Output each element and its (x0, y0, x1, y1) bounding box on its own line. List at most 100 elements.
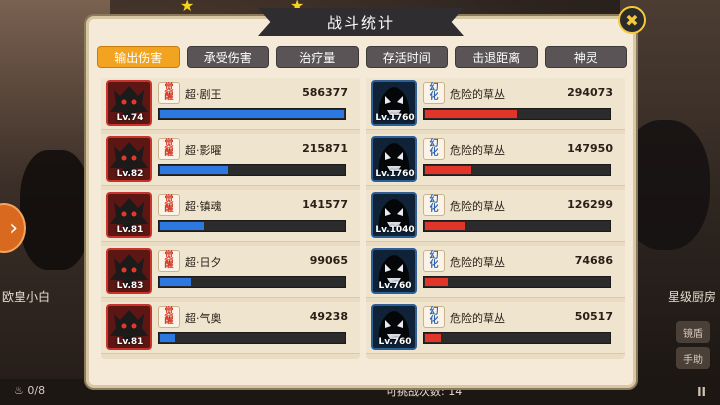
damage-value: 50517 (574, 310, 613, 323)
damage-value: 215871 (302, 142, 348, 155)
awakened-badge-icon: 觉醒 (158, 82, 180, 104)
transform-badge-icon: 幻化 (423, 82, 445, 104)
damage-value: 74686 (574, 254, 613, 267)
damage-value: 126299 (567, 198, 613, 211)
background-right-label: 星级厨房 (667, 290, 716, 304)
damage-bar (158, 220, 346, 232)
enemy-row[interactable]: Lv.760 幻化危险的草丛 50517 (366, 302, 625, 354)
damage-value: 586377 (302, 86, 348, 99)
badge-text-bottom: 醒 (164, 204, 174, 214)
ally-name: 超·气奥 (185, 312, 222, 325)
tab-knockback-distance[interactable]: 击退距离 (455, 46, 538, 68)
badge-text-bottom: 化 (429, 316, 439, 326)
transform-badge-icon: 幻化 (423, 138, 445, 160)
badge-text-bottom: 醒 (164, 92, 174, 102)
damage-bar-fill (160, 222, 204, 230)
enemy-damage-list: Lv.1760 幻化危险的草丛 294073 Lv.1760 幻化危险的草丛 147950… (366, 78, 625, 359)
damage-bar (423, 108, 611, 120)
enemy-row[interactable]: Lv.1760 幻化危险的草丛 294073 (366, 78, 625, 130)
tab-damage-dealt[interactable]: 输出伤害 (97, 46, 180, 68)
damage-bar (158, 108, 346, 120)
background-left-label: 欧皇小白 (2, 290, 51, 304)
damage-bar-fill (160, 334, 175, 342)
badge-text-bottom: 化 (429, 92, 439, 102)
transform-badge-icon: 幻化 (423, 194, 445, 216)
enemy-avatar: Lv.1040 (371, 192, 417, 238)
close-icon: ✖ (625, 10, 639, 30)
badge-text-bottom: 醒 (164, 260, 174, 270)
chevron-left-icon: › (9, 215, 18, 241)
ally-name: 超·日夕 (185, 256, 222, 269)
damage-bar-fill (160, 110, 344, 118)
damage-value: 99065 (309, 254, 348, 267)
damage-bar (423, 276, 611, 288)
level-label: Lv.760 (378, 281, 412, 291)
enemy-row[interactable]: Lv.1760 幻化危险的草丛 147950 (366, 134, 625, 186)
damage-bar-fill (425, 222, 465, 230)
star-icon: ★ (180, 0, 195, 15)
damage-value: 294073 (567, 86, 613, 99)
stat-tabs: 输出伤害 承受伤害 治疗量 存活时间 击退距离 神灵 (97, 46, 627, 68)
enemy-row[interactable]: Lv.1040 幻化危险的草丛 126299 (366, 190, 625, 242)
transform-badge-icon: 幻化 (423, 250, 445, 272)
awakened-badge-icon: 觉醒 (158, 138, 180, 160)
level-label: Lv.74 (116, 113, 144, 123)
level-label: Lv.82 (116, 169, 144, 179)
ally-name: 超·剧王 (185, 88, 222, 101)
badge-text-bottom: 化 (429, 204, 439, 214)
enemy-avatar: Lv.1760 (371, 136, 417, 182)
damage-bar (423, 332, 611, 344)
enemy-avatar: Lv.760 (371, 304, 417, 350)
ally-avatar: Lv.81 (106, 192, 152, 238)
flame-icon: ♨ (14, 384, 24, 397)
ally-name: 超·影曜 (185, 144, 222, 157)
ally-damage-list: Lv.74 觉醒超·剧王 586377 Lv.82 觉醒超·影曜 215871 Lv.81 觉… (101, 78, 360, 359)
enemy-name: 危险的草丛 (450, 312, 505, 325)
ally-avatar: Lv.74 (106, 80, 152, 126)
badge-text-bottom: 化 (429, 148, 439, 158)
close-button[interactable]: ✖ (618, 6, 646, 34)
damage-bar (158, 164, 346, 176)
badge-text-bottom: 醒 (164, 316, 174, 326)
background-right-button-2[interactable]: 手助 (676, 347, 710, 369)
background-right-button-1[interactable]: 镜盾 (676, 321, 710, 343)
ally-row[interactable]: Lv.81 觉醒超·气奥 49238 (101, 302, 360, 354)
enemy-avatar: Lv.1760 (371, 80, 417, 126)
ally-row[interactable]: Lv.74 觉醒超·剧王 586377 (101, 78, 360, 130)
awakened-badge-icon: 觉醒 (158, 250, 180, 272)
ally-row[interactable]: Lv.82 觉醒超·影曜 215871 (101, 134, 360, 186)
damage-bar-fill (160, 278, 191, 286)
tab-healing[interactable]: 治疗量 (276, 46, 359, 68)
enemy-avatar: Lv.760 (371, 248, 417, 294)
ally-name: 超·镇魂 (185, 200, 222, 213)
damage-bar-fill (425, 110, 517, 118)
panel-title: 战斗统计 (258, 8, 464, 36)
enemy-name: 危险的草丛 (450, 200, 505, 213)
damage-bar-fill (160, 166, 228, 174)
energy-counter: ♨ 0/8 (14, 384, 46, 397)
damage-bar-fill (425, 166, 471, 174)
damage-value: 147950 (567, 142, 613, 155)
transform-badge-icon: 幻化 (423, 306, 445, 328)
tab-damage-taken[interactable]: 承受伤害 (186, 46, 269, 68)
ally-row[interactable]: Lv.83 觉醒超·日夕 99065 (101, 246, 360, 298)
level-label: Lv.760 (378, 337, 412, 347)
enemy-name: 危险的草丛 (450, 256, 505, 269)
ally-row[interactable]: Lv.81 觉醒超·镇魂 141577 (101, 190, 360, 242)
level-label: Lv.83 (116, 281, 144, 291)
level-label: Lv.1040 (375, 225, 415, 235)
damage-bar (158, 276, 346, 288)
enemy-name: 危险的草丛 (450, 144, 505, 157)
damage-bar (423, 220, 611, 232)
tab-survival-time[interactable]: 存活时间 (365, 46, 448, 68)
background-silhouette-left (20, 150, 90, 270)
tab-deity[interactable]: 神灵 (544, 46, 627, 68)
level-label: Lv.81 (116, 225, 144, 235)
damage-bar-fill (425, 334, 441, 342)
awakened-badge-icon: 觉醒 (158, 306, 180, 328)
pause-button[interactable]: II (697, 385, 706, 399)
ally-avatar: Lv.83 (106, 248, 152, 294)
enemy-row[interactable]: Lv.760 幻化危险的草丛 74686 (366, 246, 625, 298)
badge-text-bottom: 化 (429, 260, 439, 270)
badge-text-bottom: 醒 (164, 148, 174, 158)
